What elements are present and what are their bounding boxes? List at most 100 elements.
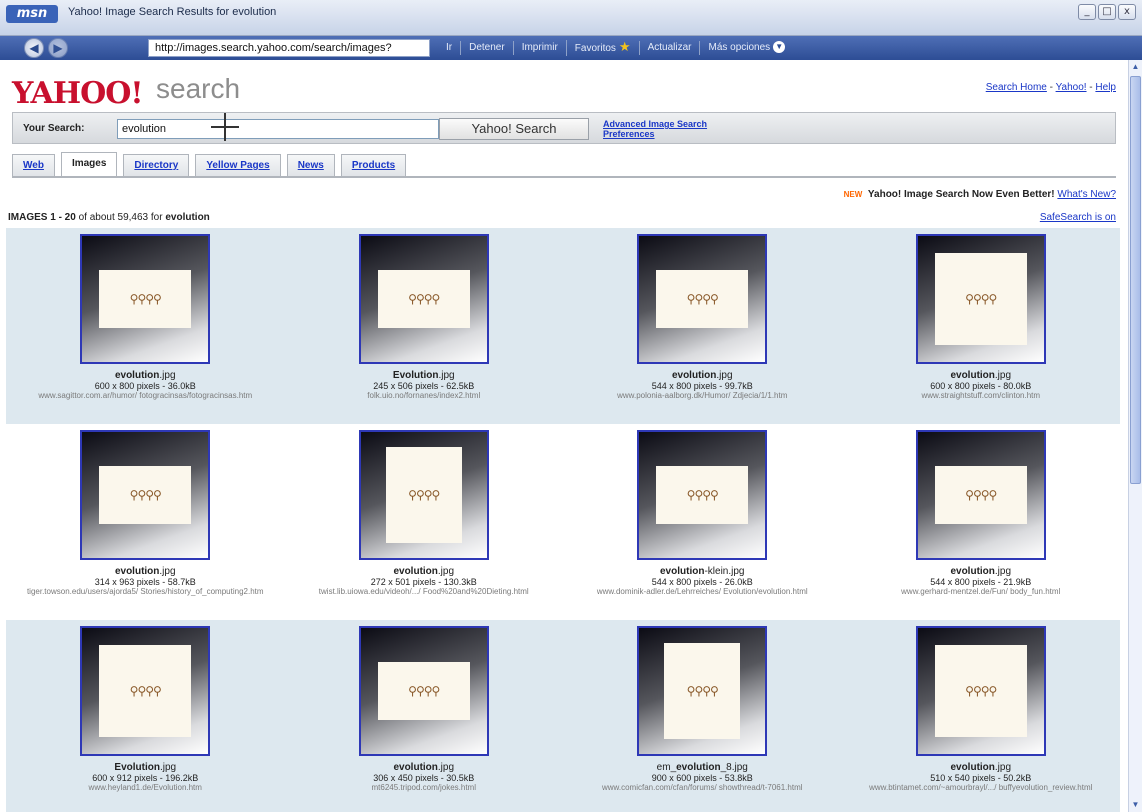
- image-thumbnail[interactable]: ⚲⚲⚲⚲: [637, 234, 768, 364]
- image-source-url[interactable]: www.heyland1.de/Evolution.htm: [6, 783, 285, 792]
- search-logo-suffix: search: [156, 73, 241, 104]
- new-badge: NEW: [843, 190, 863, 199]
- tab-news[interactable]: News: [286, 154, 335, 176]
- advanced-image-search-link[interactable]: Advanced Image Search: [603, 119, 707, 129]
- image-thumbnail[interactable]: ⚲⚲⚲⚲: [915, 626, 1046, 756]
- filename-match: evolution: [393, 566, 438, 577]
- more-options-button[interactable]: Más opciones ▼: [699, 41, 793, 55]
- image-thumbnail[interactable]: ⚲⚲⚲⚲: [637, 626, 768, 756]
- search-input[interactable]: [117, 119, 439, 139]
- filename-match: evolution: [950, 370, 995, 381]
- image-source-url[interactable]: www.straightstuff.com/clinton.htm: [842, 391, 1121, 400]
- browser-navbar: ◀ ▶ http://images.search.yahoo.com/searc…: [0, 36, 1142, 60]
- preferences-link[interactable]: Preferences: [603, 129, 707, 139]
- window-titlebar: msn Yahoo! Image Search Results for evol…: [0, 0, 1142, 36]
- yahoo-home-link[interactable]: Yahoo!: [1056, 82, 1087, 93]
- vertical-scrollbar[interactable]: ▲ ▼: [1128, 60, 1142, 812]
- thumbnail-picture: ⚲⚲⚲⚲: [377, 270, 470, 328]
- image-thumbnail[interactable]: ⚲⚲⚲⚲: [637, 430, 768, 560]
- image-thumbnail[interactable]: ⚲⚲⚲⚲: [915, 430, 1046, 560]
- image-source-url[interactable]: twist.lib.uiowa.edu/videoh/.../ Food%20a…: [285, 587, 564, 596]
- image-dimensions: 272 x 501 pixels - 130.3kB: [370, 577, 477, 587]
- filename-match: evolution: [676, 762, 721, 773]
- go-button[interactable]: Ir: [438, 41, 460, 55]
- advanced-links: Advanced Image Search Preferences: [603, 119, 707, 139]
- image-thumbnail[interactable]: ⚲⚲⚲⚲: [358, 626, 489, 756]
- page-content: YAHOO! search Search Home - Yahoo! - Hel…: [0, 60, 1128, 812]
- image-source-url[interactable]: www.comicfan.com/cfan/forums/ showthread…: [563, 783, 842, 792]
- star-icon: ★: [618, 39, 631, 54]
- image-source-url[interactable]: www.btintamet.com/~amourbrayl/.../ buffy…: [842, 783, 1121, 792]
- results-range: IMAGES 1 - 20: [8, 212, 76, 223]
- image-source-url[interactable]: tiger.towson.edu/users/ajorda5/ Stories/…: [6, 587, 285, 596]
- image-filename: evolution.jpg: [285, 566, 564, 577]
- image-source-url[interactable]: folk.uio.no/fornanes/index2.html: [285, 391, 564, 400]
- image-source-url[interactable]: mt6245.tripod.com/jokes.html: [285, 783, 564, 792]
- close-button[interactable]: x: [1118, 4, 1136, 20]
- filename-suffix: .jpg: [994, 370, 1012, 381]
- image-thumbnail[interactable]: ⚲⚲⚲⚲: [915, 234, 1046, 364]
- thumbnail-picture: ⚲⚲⚲⚲: [377, 662, 470, 720]
- filename-match: evolution: [114, 370, 160, 381]
- help-link[interactable]: Help: [1095, 82, 1116, 93]
- image-dimensions: 900 x 600 pixels - 53.8kB: [651, 773, 753, 783]
- tab-yellow-pages[interactable]: Yellow Pages: [195, 154, 281, 176]
- image-filename: evolution.jpg: [6, 370, 285, 381]
- stop-button[interactable]: Detener: [460, 41, 513, 55]
- msn-logo: msn: [6, 5, 58, 23]
- image-thumbnail[interactable]: ⚲⚲⚲⚲: [358, 234, 489, 364]
- minimize-button[interactable]: _: [1078, 4, 1096, 20]
- image-source-url[interactable]: www.dominik-adler.de/Lehrreiches/ Evolut…: [563, 587, 842, 596]
- image-thumbnail[interactable]: ⚲⚲⚲⚲: [80, 234, 211, 364]
- tab-divider: [12, 176, 1116, 178]
- image-source-url[interactable]: www.gerhard-mentzel.de/Fun/ body_fun.htm…: [842, 587, 1121, 596]
- results-row: ⚲⚲⚲⚲ Evolution.jpg 600 x 912 pixels - 196.…: [6, 620, 1120, 812]
- address-bar[interactable]: http://images.search.yahoo.com/search/im…: [148, 39, 430, 57]
- tab-web[interactable]: Web: [12, 154, 55, 176]
- image-result: ⚲⚲⚲⚲ em_evolution_8.jpg 900 x 600 pixels -…: [563, 620, 842, 812]
- tab-products[interactable]: Products: [340, 154, 407, 176]
- tab-directory[interactable]: Directory: [123, 154, 190, 176]
- image-source-url[interactable]: www.sagittor.com.ar/humor/ fotogracinsas…: [6, 391, 285, 400]
- image-thumbnail[interactable]: ⚲⚲⚲⚲: [80, 430, 211, 560]
- image-dimensions: 600 x 800 pixels - 36.0kB: [94, 381, 196, 391]
- search-home-link[interactable]: Search Home: [986, 82, 1047, 93]
- image-thumbnail[interactable]: ⚲⚲⚲⚲: [80, 626, 211, 756]
- safesearch-link[interactable]: SafeSearch is on: [1040, 212, 1116, 223]
- image-dimensions: 510 x 540 pixels - 50.2kB: [930, 773, 1032, 783]
- filename-match: evolution: [660, 566, 705, 577]
- image-thumbnail[interactable]: ⚲⚲⚲⚲: [358, 430, 489, 560]
- favorites-button[interactable]: Favoritos ★: [565, 39, 639, 56]
- forward-arrow-icon[interactable]: ▶: [48, 38, 68, 58]
- thumbnail-figures: ⚲⚲⚲⚲: [686, 292, 719, 306]
- image-results-grid: ⚲⚲⚲⚲ evolution.jpg 600 x 800 pixels - 36.0…: [6, 228, 1120, 812]
- tab-images[interactable]: Images: [60, 152, 118, 176]
- maximize-button[interactable]: □: [1098, 4, 1116, 20]
- thumbnail-picture: ⚲⚲⚲⚲: [934, 466, 1027, 524]
- image-dimensions: 544 x 800 pixels - 99.7kB: [651, 381, 753, 391]
- image-filename: evolution.jpg: [842, 762, 1121, 773]
- scrollbar-thumb[interactable]: [1130, 76, 1141, 484]
- filename-suffix: .jpg: [159, 762, 177, 773]
- filename-suffix: .jpg: [159, 370, 176, 381]
- scroll-down-icon[interactable]: ▼: [1129, 798, 1142, 812]
- thumbnail-figures: ⚲⚲⚲⚲: [965, 488, 997, 502]
- back-arrow-icon[interactable]: ◀: [24, 38, 44, 58]
- thumbnail-figures: ⚲⚲⚲⚲: [965, 292, 997, 306]
- whats-new-link[interactable]: What's New?: [1057, 189, 1116, 200]
- filename-match: evolution: [950, 762, 995, 773]
- thumbnail-picture: ⚲⚲⚲⚲: [934, 645, 1027, 737]
- thumbnail-picture: ⚲⚲⚲⚲: [99, 645, 192, 737]
- scroll-up-icon[interactable]: ▲: [1129, 60, 1142, 74]
- image-filename: evolution.jpg: [842, 566, 1121, 577]
- image-source-url[interactable]: www.polonia-aalborg.dk/Humor/ Zdjecia/1/…: [563, 391, 842, 400]
- filename-suffix: .jpg: [159, 566, 176, 577]
- filename-match: Evolution: [392, 370, 439, 381]
- results-count: IMAGES 1 - 20 of about 59,463 for evolut…: [8, 212, 210, 223]
- thumbnail-figures: ⚲⚲⚲⚲: [408, 684, 440, 698]
- print-button[interactable]: Imprimir: [512, 41, 566, 55]
- refresh-button[interactable]: Actualizar: [638, 41, 700, 55]
- image-filename: Evolution.jpg: [6, 762, 285, 773]
- yahoo-search-button[interactable]: Yahoo! Search: [439, 118, 589, 140]
- yahoo-logo[interactable]: YAHOO!: [12, 76, 144, 111]
